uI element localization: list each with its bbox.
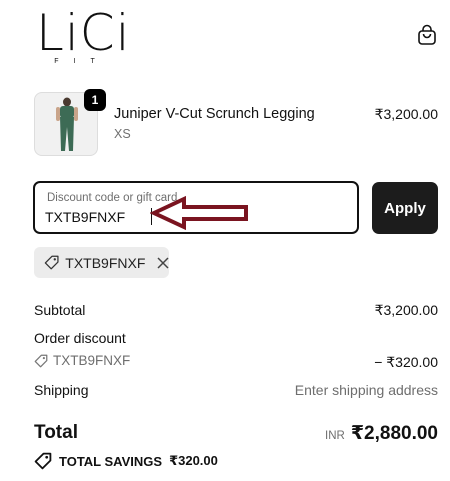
total-savings-value: ₹320.00 bbox=[169, 453, 218, 468]
applied-discount-code: TXTB9FNXF bbox=[65, 254, 146, 271]
total-value: ₹2,880.00 bbox=[350, 423, 438, 444]
total-amount: INR ₹2,880.00 bbox=[325, 422, 438, 445]
total-savings: TOTAL SAVINGS ₹320.00 bbox=[34, 452, 218, 470]
header: LiCi FIT bbox=[0, 0, 450, 80]
product-image bbox=[56, 97, 78, 151]
subtotal-value: ₹3,200.00 bbox=[374, 302, 438, 318]
product-thumbnail: 1 bbox=[34, 89, 106, 156]
tag-icon bbox=[44, 255, 59, 270]
apply-discount-button[interactable]: Apply bbox=[372, 182, 438, 234]
product-name: Juniper V-Cut Scrunch Legging bbox=[114, 106, 315, 122]
order-discount-value: − ₹320.00 bbox=[374, 354, 438, 370]
tag-icon bbox=[34, 452, 52, 470]
cart-button[interactable] bbox=[412, 20, 442, 50]
remove-discount-button[interactable] bbox=[156, 256, 169, 270]
applied-discount-chip: TXTB9FNXF bbox=[34, 247, 169, 278]
shipping-value: Enter shipping address bbox=[294, 382, 438, 398]
brand-logo[interactable]: LiCi FIT bbox=[36, 6, 130, 72]
product-variant: XS bbox=[114, 127, 131, 141]
subtotal-label: Subtotal bbox=[34, 302, 86, 318]
logo-subtext: FIT bbox=[54, 58, 110, 65]
annotation-arrow-icon bbox=[150, 195, 248, 231]
tag-icon bbox=[34, 354, 48, 367]
order-discount-code: TXTB9FNXF bbox=[53, 353, 131, 368]
total-label: Total bbox=[34, 422, 78, 443]
total-currency: INR bbox=[325, 430, 345, 442]
product-price: ₹3,200.00 bbox=[374, 106, 438, 122]
order-discount-label: Order discount bbox=[34, 330, 126, 346]
logo-text: LiCi bbox=[36, 4, 131, 62]
total-savings-label: TOTAL SAVINGS bbox=[59, 453, 163, 469]
shipping-label: Shipping bbox=[34, 382, 89, 398]
cart-line-item: 1 Juniper V-Cut Scrunch Legging XS ₹3,20… bbox=[34, 89, 440, 158]
shopping-bag-icon bbox=[418, 24, 436, 45]
close-icon bbox=[157, 256, 169, 269]
order-discount-code-row: TXTB9FNXF bbox=[34, 353, 130, 368]
quantity-badge: 1 bbox=[84, 89, 106, 111]
